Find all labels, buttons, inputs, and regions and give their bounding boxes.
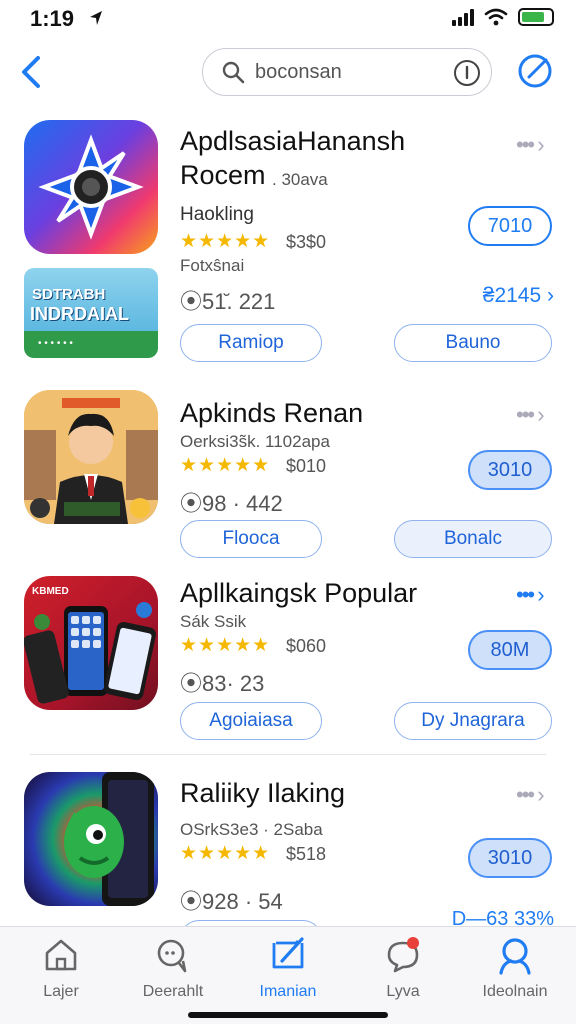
app-subtitle: . 30ava [272,170,328,189]
tab-notifications[interactable]: Lyva [348,935,458,1001]
tab-search[interactable]: Deerahlt [118,935,228,1001]
chat-search-icon [157,939,187,973]
promo-line2: INDRDAIAL [30,304,129,324]
promo-line1: SDTRABH [32,286,106,303]
app-card[interactable]: Raliiky Ilaking ••• › OSrkS3e3 · 2Saba ★… [0,768,576,940]
app-icon[interactable]: KBMED [24,576,158,710]
app-card[interactable]: ApdlsasiaHanansh Rocem . 30ava ••• › Hao… [0,104,576,366]
location-arrow-icon [90,11,102,25]
app-icon[interactable] [24,772,158,906]
status-time: 1:19 [30,6,75,31]
tab-bar: Lajer Deerahlt Imanian Lyva Ideolnain [0,926,576,1024]
secondary-button-left[interactable]: Flooca [180,520,322,558]
app-title: ApdlsasiaHanansh [180,126,406,156]
home-indicator[interactable] [188,1012,388,1018]
rating-stars: ★★★★★ [180,843,271,864]
app-title-line2: Rocem [180,160,266,190]
app-icon[interactable] [24,120,158,254]
secondary-button-right[interactable]: Dy Jnagrara [394,702,552,740]
status-indicators [452,8,554,26]
app-title: Apkinds Renan [180,398,364,428]
more-options-icon[interactable]: ••• › [516,582,545,608]
back-chevron-icon[interactable] [18,54,48,90]
secondary-button-left[interactable]: Agoiaiasa [180,702,322,740]
home-icon [45,939,77,971]
compose-icon[interactable] [516,52,554,90]
more-options-icon[interactable]: ••• › [516,782,545,808]
app-card[interactable]: KBMED Apllkaingsk Popular ••• › Sák Ssi… [0,574,576,754]
tab-label: Lajer [43,983,79,1000]
app-stats: ⦿928 · 54 [180,889,283,914]
tab-label: Ideolnain [482,983,548,1000]
app-subtitle: Sák Ssik [180,612,247,631]
get-button[interactable]: 3010 [468,450,552,490]
app-icon[interactable] [24,390,158,524]
battery-icon [518,8,554,26]
profile-search-icon [499,938,531,975]
app-price: $3$0 [286,232,327,252]
app-category: Haokling [180,204,254,225]
app-price: $518 [286,844,327,864]
get-button[interactable]: 80M [468,630,552,670]
app-stats: ⦿83· 23 [180,671,265,696]
nav-bar: boconsan [0,40,576,104]
secondary-button-right[interactable]: Bonalc [394,520,552,558]
app-title: Raliiky Ilaking [180,778,346,808]
status-bar: 1:19 [0,0,576,40]
signal-icon [452,8,474,26]
aperture-logo-icon [38,134,144,240]
divider [30,754,546,755]
tab-compose[interactable]: Imanian [233,935,343,1001]
secondary-button-right[interactable]: Bauno [394,324,552,362]
app-title: Apllkaingsk Popular [180,578,418,608]
character-portrait-icon [24,390,158,524]
app-stats: ⦿51̆. 221 [180,289,276,314]
app-card[interactable]: Apkinds Renan ••• › Oerksi3s̃k. 1102apa … [0,386,576,566]
search-field[interactable]: boconsan [202,48,492,96]
tab-home[interactable]: Lajer [6,935,116,1001]
search-icon [222,61,245,84]
app-price: $010 [286,456,327,476]
promo-banner[interactable]: SDTRABH INDRDAIAL • • • • • • [24,268,158,358]
more-options-icon[interactable]: ••• › [516,132,545,158]
tab-profile[interactable]: Ideolnain [460,935,570,1001]
mascot-phone-icon [64,772,154,906]
rating-stars: ★★★★★ [180,635,271,656]
icon-badge-text: KBMED [32,586,69,597]
rating-stars: ★★★★★ [180,231,271,252]
search-input[interactable]: boconsan [255,61,342,84]
info-icon[interactable] [453,59,481,87]
app-subtitle: OSrkS3e3 · 2Saba [180,820,323,839]
tab-label: Lyva [386,983,420,1000]
app-price: $060 [286,636,327,656]
app-developer: Fotxŝnai [180,256,245,275]
notification-chat-icon [387,937,419,973]
tab-label: Imanian [259,983,317,1000]
rating-stars: ★★★★★ [180,455,271,476]
get-button[interactable]: 7010 [468,206,552,246]
promo-line3: • • • • • • [38,338,73,349]
more-options-icon[interactable]: ••• › [516,402,545,428]
price-link[interactable]: ₴2145 › [483,284,554,308]
tab-label: Deerahlt [142,983,204,1000]
app-subtitle: Oerksi3s̃k. 1102apa [180,432,330,451]
app-stats: ⦿98 · 442 [180,491,283,516]
secondary-button-left[interactable]: Ramiop [180,324,322,362]
get-button[interactable]: 3010 [468,838,552,878]
wifi-icon [484,8,508,26]
compose-icon [272,937,304,969]
